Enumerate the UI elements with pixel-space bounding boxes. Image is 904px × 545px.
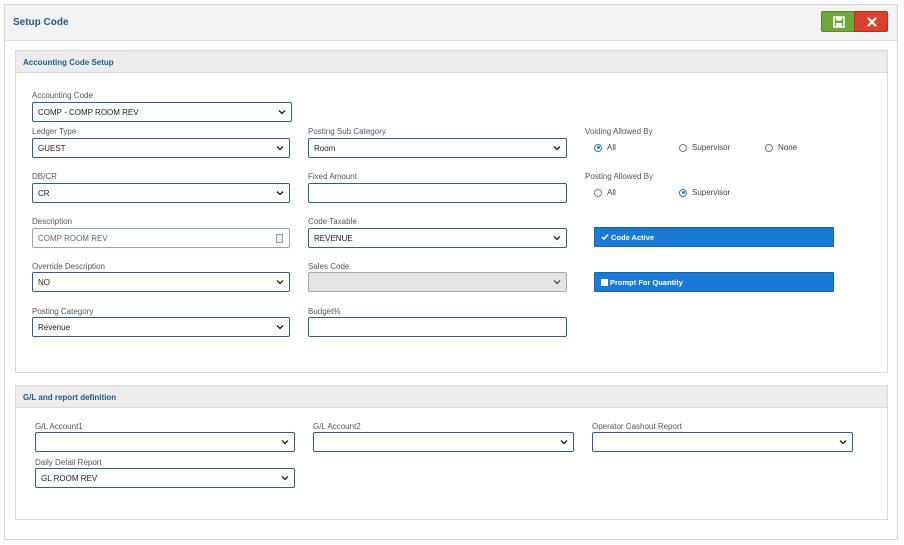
prompt-for-quantity-toggle[interactable]: Prompt For Quantity: [594, 272, 834, 292]
save-button[interactable]: [821, 11, 855, 32]
sales-code-select[interactable]: [308, 272, 567, 292]
gl-account2-label: G/L Account2: [313, 422, 361, 431]
chevron-down-icon: [276, 325, 284, 330]
posting-sub-category-label: Posting Sub Category: [308, 127, 386, 136]
panel-title: G/L and report definition: [23, 393, 117, 402]
chevron-down-icon: [553, 280, 561, 285]
posting-category-select[interactable]: Revenue: [32, 317, 290, 337]
accounting-code-value: COMP - COMP ROOM REV: [38, 108, 139, 117]
header-bar: Setup Code: [5, 5, 897, 41]
operator-cashout-select[interactable]: [592, 432, 853, 452]
chevron-down-icon: [276, 146, 284, 151]
voiding-all-radio[interactable]: All: [594, 143, 616, 152]
chevron-down-icon: [281, 440, 289, 445]
save-icon: [833, 16, 845, 28]
radio-selected-icon: [594, 143, 602, 152]
budget-input[interactable]: [308, 317, 567, 337]
ledger-type-label: Ledger Type: [32, 127, 77, 136]
code-active-label: Code Active: [611, 232, 655, 242]
chevron-down-icon: [839, 440, 847, 445]
daily-detail-label: Daily Detail Report: [35, 458, 102, 467]
chevron-down-icon: [278, 110, 286, 115]
setup-code-window: Setup Code Accounting Code Setup Account…: [4, 4, 898, 540]
posting-all-label: All: [607, 188, 616, 197]
override-description-select[interactable]: NO: [32, 272, 290, 292]
posting-sub-category-select[interactable]: Room: [308, 138, 567, 158]
radio-selected-icon: [679, 188, 687, 197]
page-title: Setup Code: [13, 17, 69, 28]
voiding-none-radio[interactable]: None: [765, 143, 797, 152]
daily-detail-select[interactable]: GL ROOM REV: [35, 468, 295, 488]
posting-allowed-by-label: Posting Allowed By: [585, 172, 654, 181]
gl-report-definition-panel: G/L and report definition G/L Account1 G…: [15, 385, 888, 520]
override-description-label: Override Description: [32, 262, 105, 271]
sales-code-label: Sales Code: [308, 262, 350, 271]
accounting-code-setup-panel: Accounting Code Setup Accounting Code CO…: [15, 50, 888, 373]
posting-category-label: Posting Category: [32, 307, 94, 316]
voiding-all-label: All: [607, 143, 616, 152]
accounting-code-select[interactable]: COMP - COMP ROOM REV: [32, 102, 292, 122]
code-taxable-value: REVENUE: [314, 234, 353, 243]
checkbox-icon: [601, 278, 608, 286]
chevron-down-icon: [276, 280, 284, 285]
voiding-none-label: None: [778, 143, 798, 152]
panel-header: Accounting Code Setup: [16, 51, 887, 73]
voiding-allowed-by-label: Voiding Allowed By: [585, 127, 653, 136]
radio-unselected-icon: [594, 188, 602, 197]
description-value: COMP ROOM REV: [38, 234, 108, 243]
dbcr-label: DB/CR: [32, 172, 57, 181]
posting-all-radio[interactable]: All: [594, 188, 616, 197]
document-icon[interactable]: [276, 234, 283, 243]
fixed-amount-input[interactable]: [308, 183, 567, 203]
posting-category-value: Revenue: [38, 323, 71, 332]
gl-account2-select[interactable]: [313, 432, 574, 452]
posting-supervisor-label: Supervisor: [692, 188, 731, 197]
close-button[interactable]: [854, 11, 888, 32]
description-input[interactable]: COMP ROOM REV: [32, 228, 290, 248]
panel-header: G/L and report definition: [16, 386, 887, 408]
chevron-down-icon: [281, 476, 289, 481]
panel-title: Accounting Code Setup: [23, 58, 114, 67]
accounting-code-label: Accounting Code: [32, 91, 93, 100]
close-icon: [867, 17, 877, 27]
checkmark-icon: [601, 234, 609, 241]
posting-sub-category-value: Room: [314, 144, 336, 153]
code-taxable-label: Code Taxable: [308, 217, 357, 226]
chevron-down-icon: [553, 146, 561, 151]
description-label: Description: [32, 217, 73, 226]
chevron-down-icon: [560, 440, 568, 445]
override-description-value: NO: [38, 278, 50, 287]
fixed-amount-label: Fixed Amount: [308, 172, 357, 181]
radio-unselected-icon: [679, 143, 687, 152]
daily-detail-value: GL ROOM REV: [41, 474, 98, 483]
code-active-toggle[interactable]: Code Active: [594, 227, 834, 247]
radio-unselected-icon: [765, 143, 773, 152]
prompt-for-quantity-label: Prompt For Quantity: [610, 277, 683, 287]
posting-supervisor-radio[interactable]: Supervisor: [679, 188, 730, 197]
ledger-type-value: GUEST: [38, 144, 66, 153]
gl-account1-label: G/L Account1: [35, 422, 83, 431]
gl-account1-select[interactable]: [35, 432, 295, 452]
voiding-supervisor-radio[interactable]: Supervisor: [679, 143, 730, 152]
chevron-down-icon: [276, 191, 284, 196]
ledger-type-select[interactable]: GUEST: [32, 138, 290, 158]
voiding-supervisor-label: Supervisor: [692, 143, 731, 152]
chevron-down-icon: [553, 236, 561, 241]
dbcr-select[interactable]: CR: [32, 183, 290, 203]
operator-cashout-label: Operator Cashout Report: [592, 422, 682, 431]
budget-label: Budget%: [308, 307, 341, 316]
code-taxable-select[interactable]: REVENUE: [308, 228, 567, 248]
dbcr-value: CR: [38, 189, 50, 198]
